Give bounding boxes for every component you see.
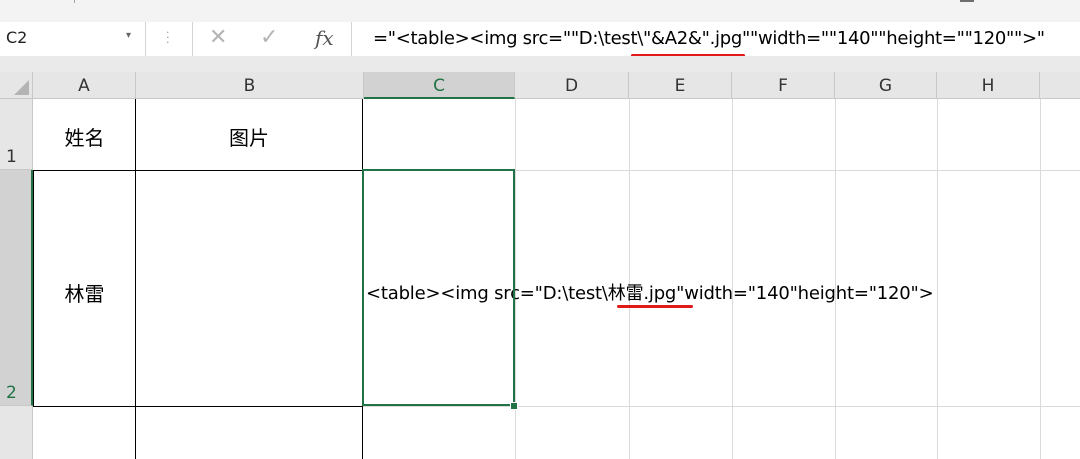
gridline bbox=[937, 99, 938, 459]
dropdown-arrow-icon[interactable]: ▾ bbox=[126, 30, 131, 41]
select-all-corner[interactable] bbox=[0, 72, 33, 99]
column-header-f[interactable]: F bbox=[732, 72, 835, 99]
column-header-c[interactable]: C bbox=[364, 72, 515, 99]
formula-part-prefix: ="<table><img src=""D:\test\ bbox=[373, 28, 644, 49]
cell-a2[interactable]: 林雷 bbox=[34, 278, 135, 307]
formula-part-suffix: "width=""140""height=""120"">" bbox=[749, 28, 1045, 49]
row-header-1-label: 1 bbox=[6, 147, 17, 167]
column-header-g[interactable]: G bbox=[835, 72, 937, 99]
cell-c2-part-name: 林雷.jpg bbox=[607, 283, 677, 304]
ribbon-divider bbox=[74, 0, 75, 3]
column-header-b[interactable]: B bbox=[136, 72, 364, 99]
select-all-icon bbox=[14, 80, 29, 95]
row-header-2[interactable]: 2 bbox=[0, 170, 33, 406]
fill-handle[interactable] bbox=[510, 402, 518, 410]
formula-text: ="<table><img src=""D:\test\"&A2&".jpg""… bbox=[373, 28, 1045, 49]
column-header-d[interactable]: D bbox=[515, 72, 629, 99]
name-box[interactable]: C2 ▾ bbox=[0, 22, 146, 56]
cell-border bbox=[135, 99, 136, 459]
ribbon-edge bbox=[0, 0, 1080, 22]
grip-dots: · · · bbox=[166, 26, 170, 49]
row-header-2-label: 2 bbox=[6, 383, 17, 403]
cell-border bbox=[33, 406, 363, 407]
cell-a1[interactable]: 姓名 bbox=[34, 122, 135, 151]
column-header-a[interactable]: A bbox=[33, 72, 136, 99]
column-header-e[interactable]: E bbox=[629, 72, 732, 99]
active-cell-border bbox=[362, 169, 515, 406]
gridline bbox=[1040, 99, 1041, 459]
ribbon-fragment bbox=[960, 0, 974, 2]
toolbar-gap bbox=[0, 56, 1080, 72]
cancel-icon[interactable]: ✕ bbox=[209, 25, 227, 50]
column-header-partial[interactable] bbox=[1040, 72, 1080, 99]
function-icon[interactable]: fx bbox=[315, 26, 334, 50]
name-box-value: C2 bbox=[6, 28, 28, 47]
formula-input[interactable]: ="<table><img src=""D:\test\"&A2&".jpg""… bbox=[357, 22, 1080, 57]
formula-buttons: ✕ ✓ fx bbox=[192, 22, 352, 56]
row-header-1[interactable]: 1 bbox=[0, 99, 33, 170]
cell-c2-part-suffix: "width="140"height="120"> bbox=[676, 283, 934, 304]
cell-border bbox=[33, 170, 363, 171]
cell-b1[interactable]: 图片 bbox=[136, 122, 362, 151]
spreadsheet-grid[interactable]: A B C D E F G H 1 2 姓名 图片 林雷 <table><img… bbox=[0, 72, 1080, 459]
column-header-h[interactable]: H bbox=[937, 72, 1040, 99]
enter-check-icon[interactable]: ✓ bbox=[260, 25, 278, 50]
row-header-3[interactable] bbox=[0, 406, 33, 459]
formula-part-reference: "&A2&".jpg" bbox=[643, 28, 750, 49]
annotation-underline-cell bbox=[617, 305, 693, 308]
